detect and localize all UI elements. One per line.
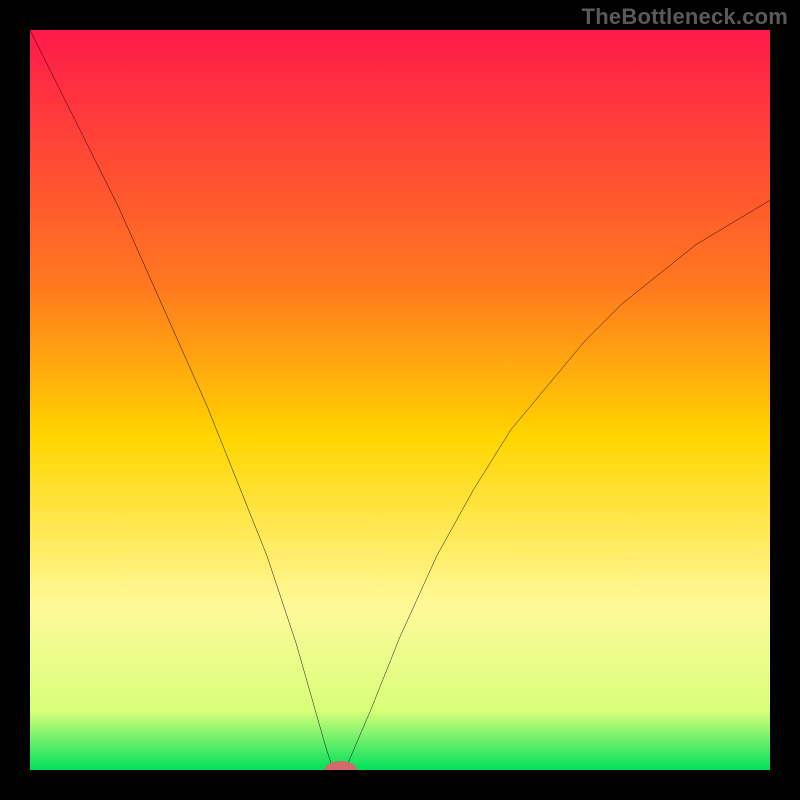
watermark-text: TheBottleneck.com (582, 4, 788, 30)
chart-frame: TheBottleneck.com (0, 0, 800, 800)
gradient-background (30, 30, 770, 770)
bottleneck-chart (30, 30, 770, 770)
